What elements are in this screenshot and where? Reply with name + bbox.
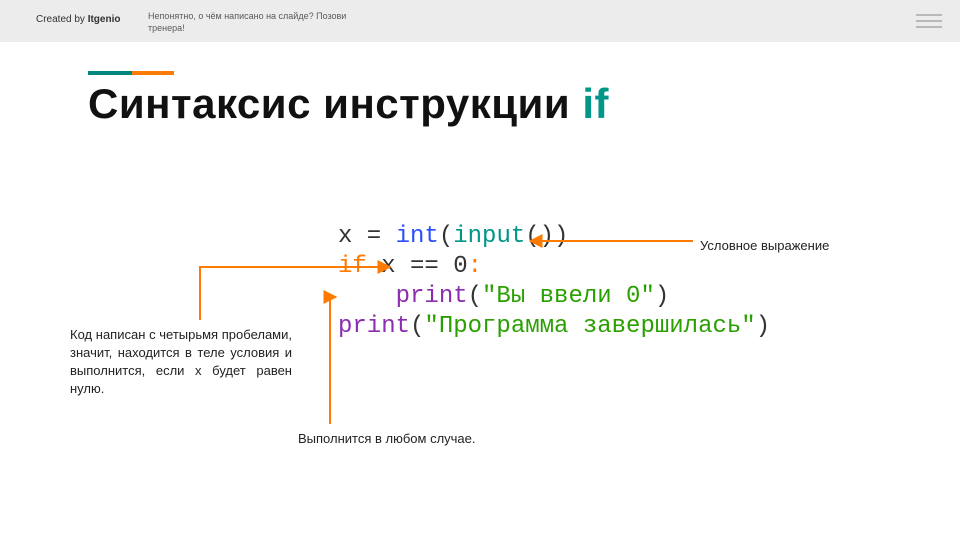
- title-keyword: if: [582, 80, 609, 127]
- code-l3-pc: ): [655, 283, 669, 310]
- code-l1-lhs: x =: [338, 223, 396, 250]
- top-bar: Created by Itgenio Непонятно, о чём напи…: [0, 0, 960, 42]
- code-l3-indent: [338, 283, 396, 310]
- code-l4-pc: ): [756, 313, 770, 340]
- code-l2-expr: x == 0: [367, 253, 468, 280]
- code-block: x = int(input()) if x == 0: print("Вы вв…: [338, 192, 770, 372]
- annotation-condition: Условное выражение: [700, 237, 900, 255]
- annotation-indent: Код написан с четырьмя пробелами, значит…: [70, 326, 292, 398]
- annotation-unconditional: Выполнится в любом случае.: [298, 430, 558, 448]
- slide: Created by Itgenio Непонятно, о чём напи…: [0, 0, 960, 540]
- created-by: Created by Itgenio: [36, 14, 120, 25]
- menu-icon[interactable]: [916, 14, 942, 28]
- code-l3-po: (: [468, 283, 482, 310]
- accent-bar: [88, 62, 178, 66]
- code-l2-if: if: [338, 253, 367, 280]
- code-l2-colon: :: [468, 253, 482, 280]
- code-l1-p2: ()): [525, 223, 568, 250]
- slide-title: Синтаксис инструкции if: [88, 80, 609, 128]
- code-l1-int: int: [396, 223, 439, 250]
- title-main: Синтаксис инструкции: [88, 80, 570, 127]
- code-l3-print: print: [396, 283, 468, 310]
- code-l3-str: "Вы ввели 0": [482, 283, 655, 310]
- code-l4-str: "Программа завершилась": [424, 313, 755, 340]
- code-l1-p1: (: [439, 223, 453, 250]
- brand-name: Itgenio: [88, 14, 121, 25]
- code-l4-print: print: [338, 313, 410, 340]
- code-l1-input: input: [453, 223, 525, 250]
- code-l4-po: (: [410, 313, 424, 340]
- created-by-prefix: Created by: [36, 14, 88, 25]
- helper-note: Непонятно, о чём написано на слайде? Поз…: [148, 10, 368, 34]
